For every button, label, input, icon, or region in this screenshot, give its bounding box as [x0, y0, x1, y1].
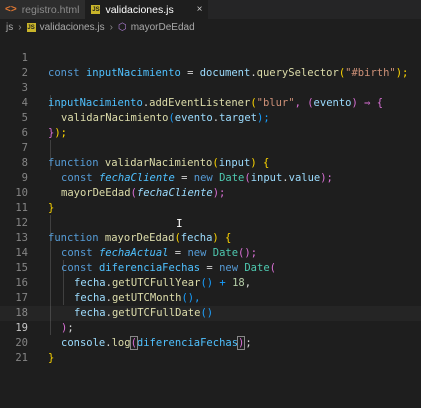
code-line[interactable]: 7 function validarNacimiento(input) { — [0, 126, 421, 169]
tab-bar: <> registro.html JS validaciones.js × — [0, 0, 421, 19]
tab-label: registro.html — [21, 3, 80, 16]
code-line[interactable]: 6 — [0, 111, 421, 139]
code-line[interactable]: 3 inputNacimiento.addEventListener("blur… — [0, 66, 421, 109]
close-icon[interactable]: × — [189, 4, 203, 15]
code-line[interactable]: 12 function mayorDeEdad(fecha) { — [0, 201, 421, 244]
tab-bar-empty — [208, 0, 421, 19]
code-line-current[interactable]: 19 console.log(diferenciaFechas); — [0, 306, 421, 350]
code-line[interactable]: 17 fecha.getUTCFullDate() — [0, 276, 421, 319]
line-number: 21 — [15, 352, 28, 364]
function-icon: ⬡ — [117, 22, 127, 33]
code-line[interactable]: 5 }); — [0, 96, 421, 139]
code-line[interactable]: 20 } — [0, 321, 421, 364]
html-file-icon: <> — [5, 4, 17, 15]
breadcrumb: js › JS validaciones.js › ⬡ mayorDeEdad — [0, 19, 421, 36]
mouse-ibeam-cursor-icon: I — [176, 217, 183, 230]
breadcrumb-symbol[interactable]: mayorDeEdad — [131, 22, 195, 33]
breadcrumb-folder[interactable]: js — [6, 22, 13, 33]
code-line[interactable]: 9 mayorDeEdad(fechaCliente); — [0, 156, 421, 199]
code-line[interactable]: 8 const fechaCliente = new Date(input.va… — [0, 141, 421, 184]
code-line[interactable]: 18 ); — [0, 291, 421, 334]
code-editor[interactable]: 1 const inputNacimiento = document.query… — [0, 36, 421, 408]
code-line[interactable]: 14 const diferenciaFechas = new Date( — [0, 231, 421, 274]
tab-validaciones-js[interactable]: JS validaciones.js × — [86, 0, 209, 19]
code-line[interactable]: 4 validarNacimiento(evento.target); — [0, 81, 421, 124]
code-line[interactable]: 21 — [0, 336, 421, 364]
code-line[interactable]: 15 fecha.getUTCFullYear() + 18, — [0, 246, 421, 289]
code-line[interactable]: 2 — [0, 51, 421, 79]
code-line[interactable]: 13 const fechaActual = new Date(); — [0, 216, 421, 259]
chevron-right-icon: › — [18, 22, 22, 33]
breadcrumb-file[interactable]: validaciones.js — [40, 22, 105, 33]
js-file-icon: JS — [91, 5, 101, 14]
chevron-right-icon: › — [109, 22, 113, 33]
tab-registro-html[interactable]: <> registro.html — [0, 0, 87, 19]
code-line[interactable]: 11 — [0, 186, 421, 214]
tab-label: validaciones.js — [105, 3, 174, 16]
code-text: } — [48, 352, 55, 364]
code-line[interactable]: 1 const inputNacimiento = document.query… — [0, 36, 421, 79]
code-line[interactable]: 16 fecha.getUTCMonth(), — [0, 261, 421, 304]
js-file-icon: JS — [26, 23, 36, 32]
code-line[interactable]: 10 } — [0, 171, 421, 214]
